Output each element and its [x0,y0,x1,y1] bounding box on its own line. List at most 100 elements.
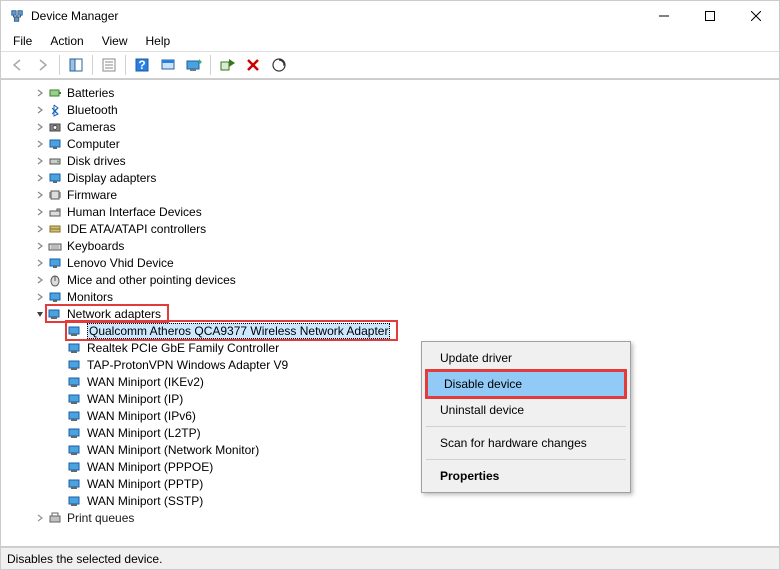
menu-view[interactable]: View [94,32,136,50]
display-icon [47,170,63,186]
network-adapter-icon [47,306,63,322]
drive-icon [47,153,63,169]
battery-icon [47,85,63,101]
toolbar-icon-1[interactable] [156,53,180,77]
tree-item-network-child[interactable]: WAN Miniport (L2TP) [53,424,779,441]
chevron-right-icon[interactable] [33,154,47,168]
tree-label: IDE ATA/ATAPI controllers [67,222,206,236]
tree-item[interactable]: Disk drives [33,152,779,169]
toolbar: ? [1,51,779,79]
blank [53,426,67,440]
tree-item-print-queues[interactable]: Print queues [33,509,779,526]
tree-item[interactable]: Monitors [33,288,779,305]
tree-item[interactable]: Firmware [33,186,779,203]
camera-icon [47,119,63,135]
tree-label: Bluetooth [67,103,118,117]
tree-item-network-child[interactable]: WAN Miniport (SSTP) [53,492,779,509]
chevron-right-icon[interactable] [33,239,47,253]
device-tree[interactable]: Batteries Bluetooth Cameras ComputerDisk dr… [1,80,779,546]
properties-button[interactable] [97,53,121,77]
tree-item-network-child[interactable]: Qualcomm Atheros QCA9377 Wireless Networ… [53,322,779,339]
forward-button [31,53,55,77]
menu-help[interactable]: Help [138,32,179,50]
tree-item[interactable]: Cameras [33,118,779,135]
tree-label: Print queues [67,511,134,525]
tree-item-network-child[interactable]: WAN Miniport (PPTP) [53,475,779,492]
chevron-right-icon[interactable] [33,205,47,219]
tree-item-network-child[interactable]: WAN Miniport (IP) [53,390,779,407]
show-hide-console-button[interactable] [64,53,88,77]
tree-label: Keyboards [67,239,124,253]
blank [53,409,67,423]
context-uninstall-device[interactable]: Uninstall device [424,398,628,422]
network-adapter-icon [67,340,83,356]
tree-item-network-child[interactable]: WAN Miniport (IKEv2) [53,373,779,390]
menu-action[interactable]: Action [42,32,91,50]
help-button[interactable]: ? [130,53,154,77]
chevron-right-icon[interactable] [33,188,47,202]
tree-item-network-child[interactable]: Realtek PCIe GbE Family Controller [53,339,779,356]
chevron-right-icon[interactable] [33,273,47,287]
tree-item[interactable]: Mice and other pointing devices [33,271,779,288]
network-adapter-icon [67,476,83,492]
svg-text:?: ? [138,58,145,72]
chevron-right-icon[interactable] [33,256,47,270]
enable-device-button[interactable] [215,53,239,77]
context-scan-hardware[interactable]: Scan for hardware changes [424,431,628,455]
window-title: Device Manager [31,9,641,23]
tree-label: WAN Miniport (IP) [87,392,183,406]
tree-label: Lenovo Vhid Device [67,256,174,270]
tree-label: Cameras [67,120,116,134]
chevron-right-icon[interactable] [33,137,47,151]
tree-label: TAP-ProtonVPN Windows Adapter V9 [87,358,288,372]
tree-item[interactable]: Display adapters [33,169,779,186]
computer-icon [47,136,63,152]
chevron-right-icon[interactable] [33,222,47,236]
tree-item[interactable]: Batteries [33,84,779,101]
chevron-right-icon[interactable] [33,171,47,185]
context-disable-device[interactable]: Disable device [428,372,624,396]
tree-label: WAN Miniport (IKEv2) [87,375,204,389]
tree-item[interactable]: Keyboards [33,237,779,254]
tree-label: Display adapters [67,171,156,185]
blank [53,494,67,508]
close-button[interactable] [733,1,779,31]
chevron-right-icon[interactable] [33,511,47,525]
firmware-icon [47,187,63,203]
network-adapter-icon [67,357,83,373]
chevron-right-icon[interactable] [33,120,47,134]
tree-item[interactable]: Lenovo Vhid Device [33,254,779,271]
context-properties[interactable]: Properties [424,464,628,488]
tree-item[interactable]: Bluetooth [33,101,779,118]
uninstall-device-button[interactable] [241,53,265,77]
tree-label: WAN Miniport (IPv6) [87,409,196,423]
context-update-driver[interactable]: Update driver [424,346,628,370]
network-adapter-icon [67,374,83,390]
scan-hardware-button[interactable] [267,53,291,77]
tree-item[interactable]: Computer [33,135,779,152]
network-adapter-icon [67,425,83,441]
tree-label: Computer [67,137,120,151]
computer-icon [47,255,63,271]
tree-item-network-child[interactable]: TAP-ProtonVPN Windows Adapter V9 [53,356,779,373]
blank [53,460,67,474]
tree-label: Qualcomm Atheros QCA9377 Wireless Networ… [87,323,390,339]
update-driver-button[interactable] [182,53,206,77]
tree-item[interactable]: Human Interface Devices [33,203,779,220]
tree-item-network-child[interactable]: WAN Miniport (IPv6) [53,407,779,424]
tree-item-network-child[interactable]: WAN Miniport (PPPOE) [53,458,779,475]
chevron-right-icon[interactable] [33,290,47,304]
menu-file[interactable]: File [5,32,40,50]
minimize-button[interactable] [641,1,687,31]
blank [53,358,67,372]
tree-item-network-child[interactable]: WAN Miniport (Network Monitor) [53,441,779,458]
chevron-right-icon[interactable] [33,86,47,100]
keyboard-icon [47,238,63,254]
blank [53,443,67,457]
chevron-right-icon[interactable] [33,103,47,117]
menu-bar: File Action View Help [1,31,779,51]
maximize-button[interactable] [687,1,733,31]
tree-label: Human Interface Devices [67,205,202,219]
tree-item[interactable]: IDE ATA/ATAPI controllers [33,220,779,237]
tree-label: Firmware [67,188,117,202]
